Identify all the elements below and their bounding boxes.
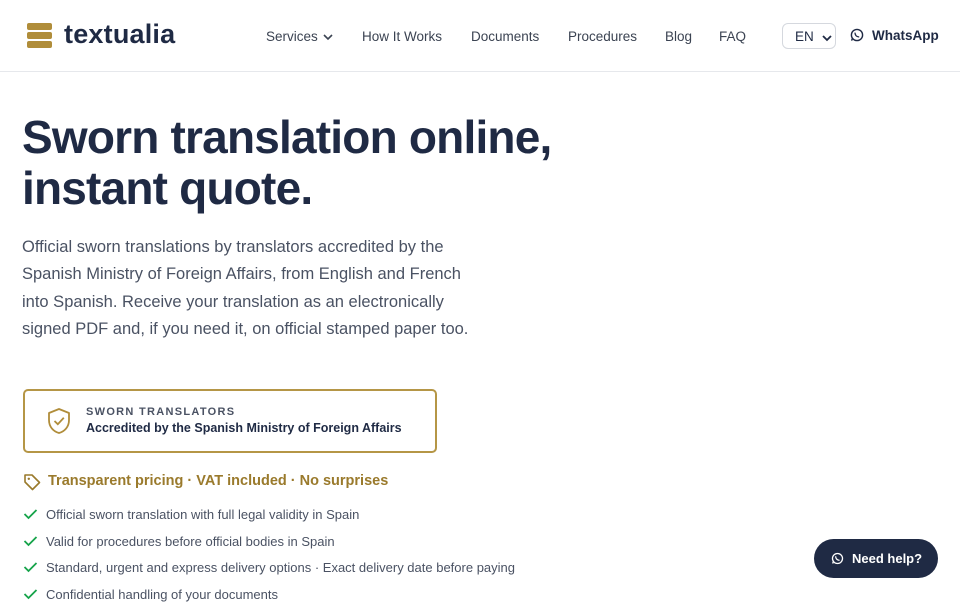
pricing-text: Transparent pricing · VAT included · No … [48, 473, 389, 489]
badge-title: Accredited by the Spanish Ministry of Fo… [86, 421, 402, 435]
feature-text: Valid for procedures before official bod… [46, 533, 335, 549]
hero-title-line2: instant quote. [22, 162, 313, 214]
nav-services[interactable]: Services [266, 29, 333, 44]
nav-faq[interactable]: FAQ [719, 29, 746, 44]
feature-text: Confidential handling of your documents [46, 586, 278, 602]
check-icon [23, 535, 38, 547]
need-help-button[interactable]: Need help? [814, 539, 938, 578]
tag-icon [23, 473, 41, 491]
whatsapp-icon [850, 28, 864, 42]
brand-name[interactable]: textualia [64, 19, 175, 50]
need-help-label: Need help? [852, 551, 923, 566]
logo-icon[interactable] [27, 23, 53, 49]
language-select[interactable]: EN [782, 23, 836, 49]
shield-check-icon [46, 407, 72, 435]
hero-title-line1: Sworn translation online, [22, 111, 552, 163]
check-icon [23, 508, 38, 520]
check-icon [23, 561, 38, 573]
chevron-down-icon [323, 29, 333, 44]
site-header: textualia Services How It Works Document… [0, 0, 960, 72]
nav-documents[interactable]: Documents [471, 29, 539, 44]
nav-procedures[interactable]: Procedures [568, 29, 637, 44]
nav-blog[interactable]: Blog [665, 29, 692, 44]
hero-lead: Official sworn translations by translato… [22, 238, 469, 338]
language-value: EN [795, 29, 814, 44]
hero-title: Sworn translation online, instant quote. [22, 112, 552, 214]
check-icon [23, 588, 38, 600]
badge-kicker: SWORN TRANSLATORS [86, 406, 236, 418]
accreditation-badge: SWORN TRANSLATORS Accredited by the Span… [23, 389, 437, 453]
feature-text: Standard, urgent and express delivery op… [46, 560, 515, 575]
chevron-down-icon [822, 30, 832, 45]
chat-icon [831, 552, 844, 565]
nav-services-label: Services [266, 29, 318, 44]
feature-text: Official sworn translation with full leg… [46, 507, 360, 522]
nav-how-it-works[interactable]: How It Works [362, 29, 442, 44]
whatsapp-label: WhatsApp [872, 28, 939, 43]
